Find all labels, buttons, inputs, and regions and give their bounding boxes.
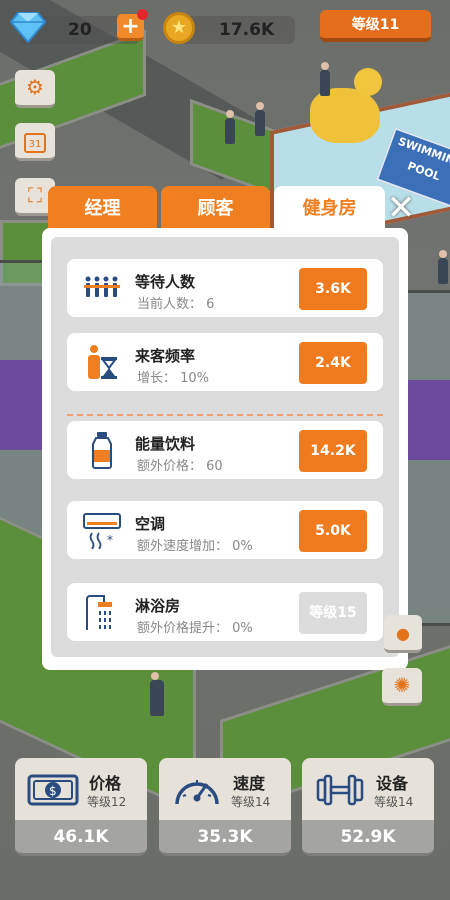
coin-count: 17.6K bbox=[219, 20, 275, 40]
tab-gym[interactable]: 健身房 bbox=[274, 186, 385, 232]
upgrade-row-queue: 等待人数 当前人数： 6 3.6K bbox=[67, 259, 383, 317]
section-divider bbox=[67, 414, 383, 416]
speedometer-icon bbox=[175, 780, 219, 805]
queue-people-icon bbox=[84, 276, 120, 297]
upgrade-shower-locked-button[interactable]: 等级15 bbox=[299, 592, 367, 634]
upgrade-list: 等待人数 当前人数： 6 3.6K 来客频率 增长： 10% 2.4K 能量饮料… bbox=[51, 237, 399, 657]
dumbbell-icon bbox=[316, 774, 364, 806]
row-subtitle: 额外价格： 60 bbox=[137, 459, 223, 474]
modal-tabs: 经理 顾客 健身房 bbox=[48, 186, 385, 232]
hourglass-person-icon bbox=[88, 345, 117, 379]
shower-icon bbox=[86, 595, 112, 630]
row-subtitle: 额外速度增加： 0% bbox=[137, 539, 253, 554]
card-name: 价格 bbox=[89, 774, 122, 793]
level-button[interactable]: 等级11 bbox=[320, 10, 431, 42]
row-title: 淋浴房 bbox=[135, 597, 181, 615]
card-top: 速度 等级14 bbox=[159, 758, 291, 820]
money-icon: $ bbox=[27, 774, 79, 806]
price-card[interactable]: $ 价格 等级12 46.1K bbox=[15, 758, 147, 856]
gear-icon: ⚙ bbox=[26, 75, 44, 99]
upgrade-row-drink: 能量饮料 额外价格： 60 14.2K bbox=[67, 421, 383, 479]
wheel-button[interactable]: ✺ bbox=[382, 668, 422, 706]
coin-icon: ★ bbox=[163, 12, 195, 44]
upgrade-frequency-button[interactable]: 2.4K bbox=[299, 342, 367, 384]
upgrade-drink-button[interactable]: 14.2K bbox=[299, 430, 367, 472]
top-bar: 20 + ★ 17.6K 等级11 bbox=[0, 0, 450, 58]
card-level: 等级14 bbox=[231, 795, 271, 809]
map-icon: ⛶ bbox=[28, 183, 42, 207]
customer-figure bbox=[320, 62, 330, 96]
person-button[interactable]: ● bbox=[384, 615, 422, 653]
row-title: 来客频率 bbox=[135, 347, 196, 365]
tab-manager[interactable]: 经理 bbox=[48, 186, 157, 232]
card-level: 等级12 bbox=[87, 795, 127, 809]
card-level: 等级14 bbox=[374, 795, 414, 809]
row-subtitle: 当前人数： 6 bbox=[137, 297, 215, 312]
customer-figure bbox=[150, 672, 164, 716]
card-top: $ 价格 等级12 bbox=[15, 758, 147, 820]
row-subtitle: 增长： 10% bbox=[137, 371, 210, 386]
customer-figure bbox=[255, 102, 265, 136]
svg-text:$: $ bbox=[49, 784, 57, 798]
row-subtitle: 额外价格提升： 0% bbox=[137, 621, 253, 636]
customer-figure bbox=[438, 250, 448, 284]
calendar-button[interactable]: 31 bbox=[15, 123, 55, 161]
svg-text:*: * bbox=[107, 533, 113, 547]
price-upgrade-button[interactable]: 46.1K bbox=[15, 820, 147, 856]
customer-figure bbox=[225, 110, 235, 144]
upgrade-aircon-button[interactable]: 5.0K bbox=[299, 510, 367, 552]
row-title: 能量饮料 bbox=[135, 435, 196, 453]
drink-bottle-icon bbox=[92, 432, 112, 469]
gym-floor bbox=[405, 380, 450, 460]
card-top: 设备 等级14 bbox=[302, 758, 434, 820]
upgrade-panel: 等待人数 当前人数： 6 3.6K 来客频率 增长： 10% 2.4K 能量饮料… bbox=[42, 228, 408, 670]
close-button[interactable]: ✕ bbox=[385, 190, 417, 226]
rubber-duck-statue bbox=[310, 68, 382, 143]
settings-button[interactable]: ⚙ bbox=[15, 70, 55, 108]
speed-upgrade-button[interactable]: 35.3K bbox=[159, 820, 291, 856]
row-title: 等待人数 bbox=[135, 273, 196, 291]
air-conditioner-icon: * bbox=[83, 513, 121, 549]
equipment-upgrade-button[interactable]: 52.9K bbox=[302, 820, 434, 856]
calendar-icon: 31 bbox=[24, 133, 46, 153]
upgrade-queue-button[interactable]: 3.6K bbox=[299, 268, 367, 310]
card-name: 设备 bbox=[376, 774, 409, 793]
tab-customer[interactable]: 顾客 bbox=[161, 186, 270, 232]
diamond-icon bbox=[10, 12, 46, 44]
upgrade-row-shower: 淋浴房 额外价格提升： 0% 等级15 bbox=[67, 583, 383, 641]
upgrade-row-aircon: * 空调 额外速度增加： 0% 5.0K bbox=[67, 501, 383, 559]
wheel-icon: ✺ bbox=[393, 673, 411, 697]
equipment-card[interactable]: 设备 等级14 52.9K bbox=[302, 758, 434, 856]
notification-dot bbox=[137, 9, 148, 20]
card-name: 速度 bbox=[233, 774, 266, 793]
gem-count: 20 bbox=[68, 20, 92, 40]
speed-card[interactable]: 速度 等级14 35.3K bbox=[159, 758, 291, 856]
upgrade-row-frequency: 来客频率 增长： 10% 2.4K bbox=[67, 333, 383, 391]
row-title: 空调 bbox=[135, 515, 166, 533]
person-icon: ● bbox=[396, 624, 410, 643]
close-icon: ✕ bbox=[386, 188, 416, 228]
